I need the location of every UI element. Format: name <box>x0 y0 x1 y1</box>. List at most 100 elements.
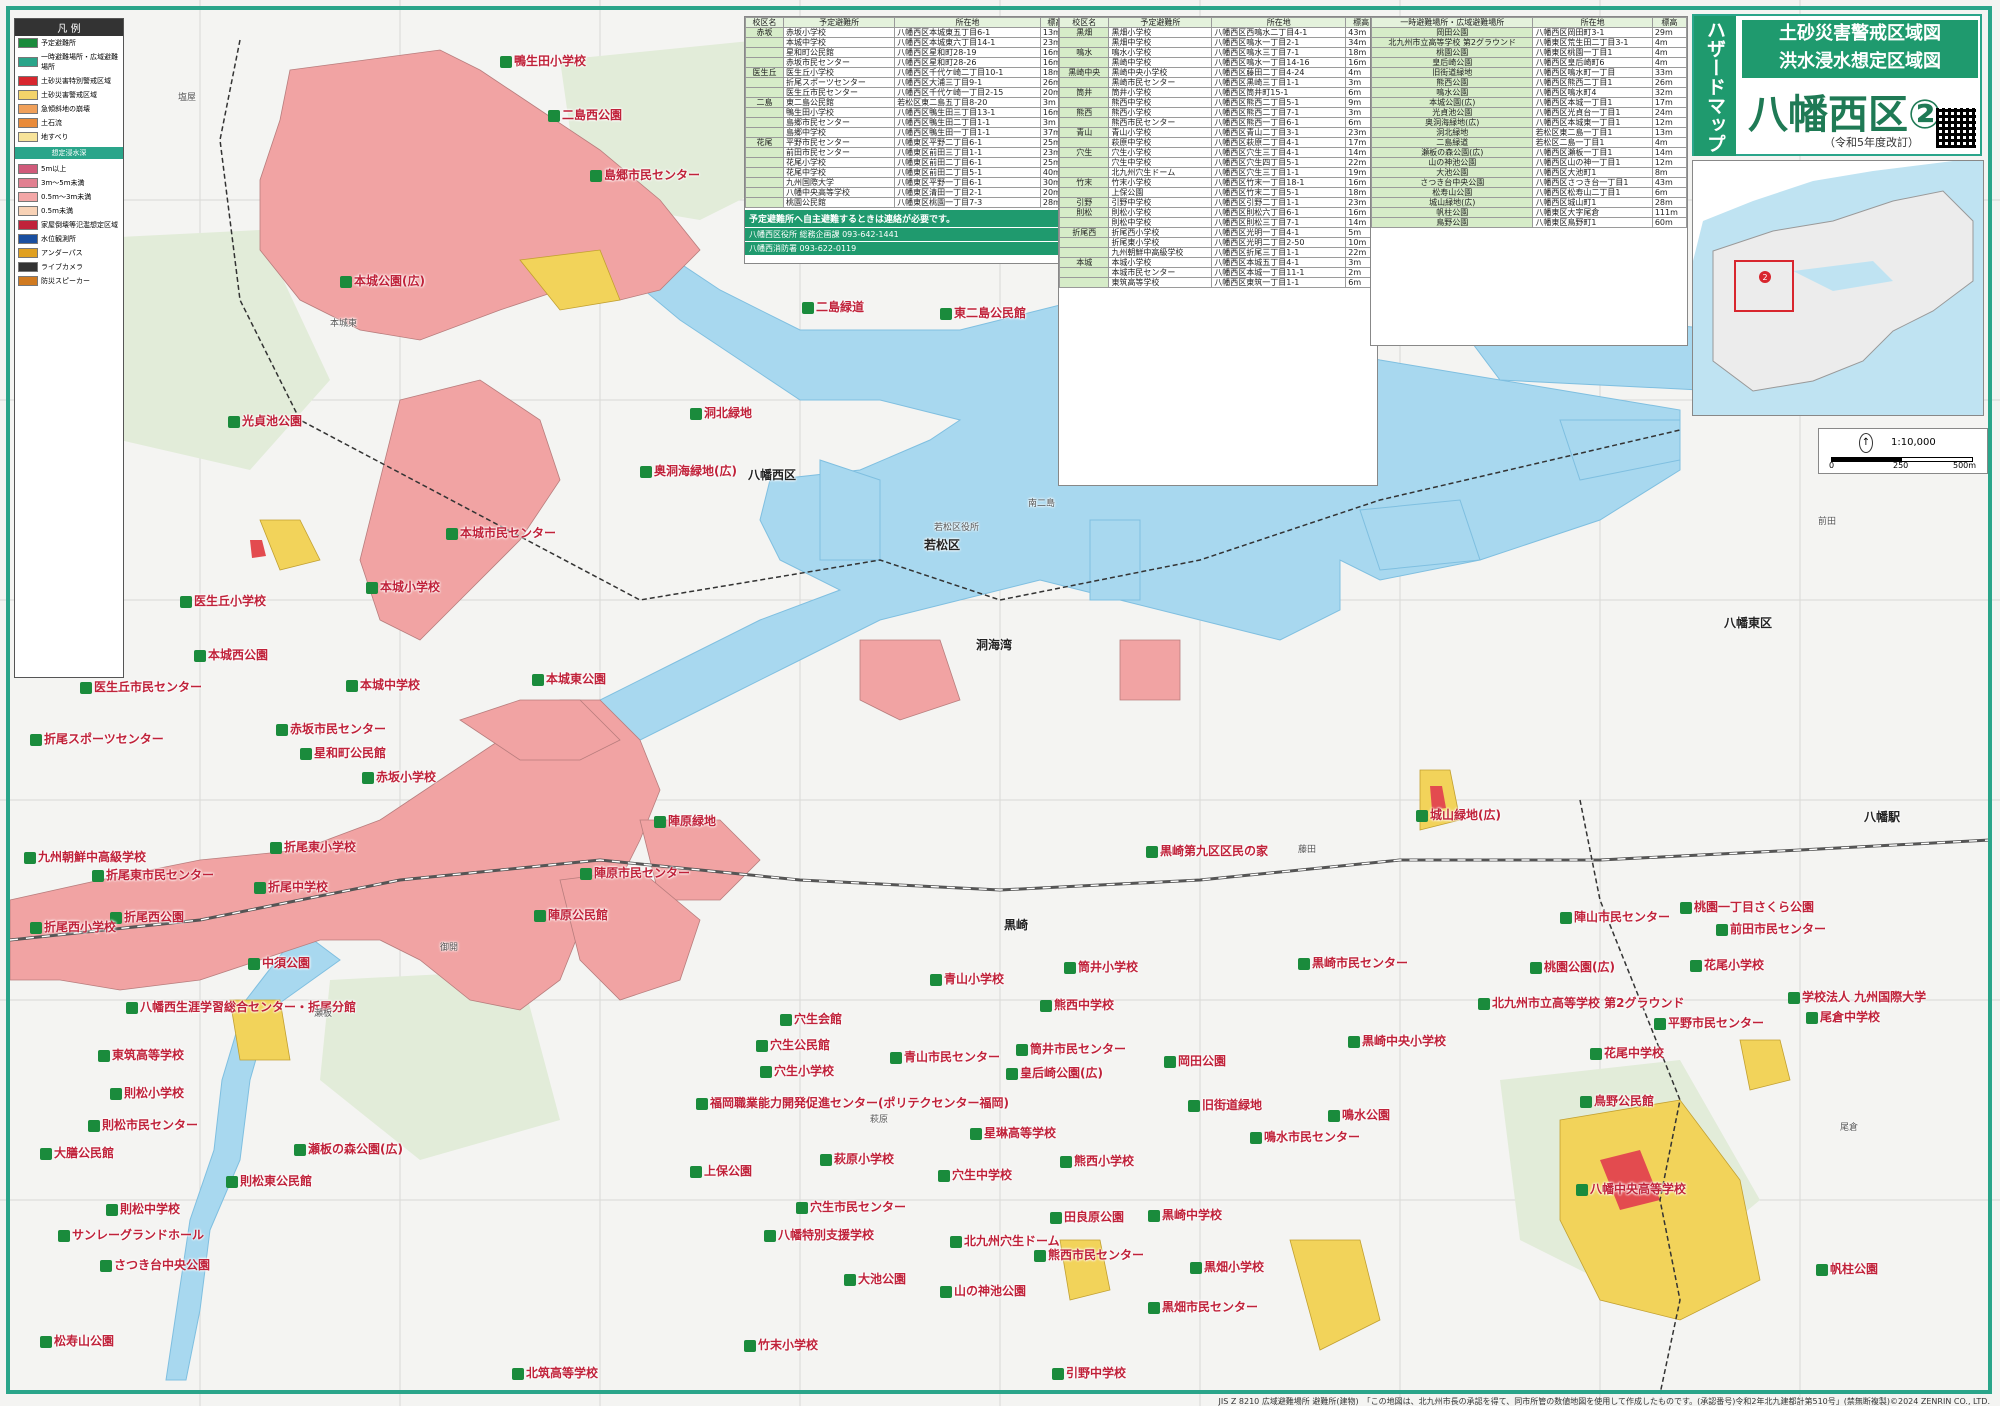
shelter-label[interactable]: 星琳高等学校 <box>970 1124 1056 1141</box>
shelter-label[interactable]: 熊西小学校 <box>1060 1152 1134 1169</box>
shelter-label[interactable]: 城山緑地(広) <box>1416 806 1501 823</box>
town-label[interactable]: 瀬板 <box>314 1006 332 1019</box>
town-label[interactable]: 塩屋 <box>178 90 196 103</box>
town-label[interactable]: 藤田 <box>1298 842 1316 855</box>
shelter-label[interactable]: 黒崎市民センター <box>1298 954 1408 971</box>
shelter-label[interactable]: 八幡特別支援学校 <box>764 1226 874 1243</box>
shelter-label[interactable]: 中須公園 <box>248 954 310 971</box>
inset-overview-map[interactable]: 2 <box>1692 160 1984 416</box>
shelter-label[interactable]: 瀬板の森公園(広) <box>294 1140 403 1157</box>
area-label[interactable]: 洞海湾 <box>976 636 1012 653</box>
shelter-label[interactable]: 旧街道緑地 <box>1188 1096 1262 1113</box>
shelter-label[interactable]: 筒井市民センター <box>1016 1040 1126 1057</box>
shelter-label[interactable]: 陣原公民館 <box>534 906 608 923</box>
shelter-label[interactable]: 本城東公園 <box>532 670 606 687</box>
shelter-label[interactable]: 大池公園 <box>844 1270 906 1287</box>
shelter-label[interactable]: サンレーグランドホール <box>58 1226 204 1243</box>
shelter-label[interactable]: 折尾西公園 <box>110 908 184 925</box>
town-label[interactable]: 若松区役所 <box>934 520 979 533</box>
town-label[interactable]: 萩原 <box>870 1112 888 1125</box>
shelter-label[interactable]: 鴨生田小学校 <box>500 52 586 69</box>
shelter-label[interactable]: 岡田公園 <box>1164 1052 1226 1069</box>
shelter-label[interactable]: 熊西中学校 <box>1040 996 1114 1013</box>
shelter-label[interactable]: 八幡中央高等学校 <box>1576 1180 1686 1197</box>
shelter-label[interactable]: 花尾中学校 <box>1590 1044 1664 1061</box>
shelter-label[interactable]: 帆柱公園 <box>1816 1260 1878 1277</box>
shelter-label[interactable]: 大膳公民館 <box>40 1144 114 1161</box>
town-label[interactable]: 御開 <box>440 940 458 953</box>
shelter-label[interactable]: 田良原公園 <box>1050 1208 1124 1225</box>
shelter-label[interactable]: 鳴水公園 <box>1328 1106 1390 1123</box>
area-label[interactable]: 八幡東区 <box>1724 614 1772 631</box>
shelter-label[interactable]: 洞北緑地 <box>690 404 752 421</box>
shelter-label[interactable]: 鳥野公民館 <box>1580 1092 1654 1109</box>
shelter-label[interactable]: 穴生市民センター <box>796 1198 906 1215</box>
shelter-label[interactable]: 北筑高等学校 <box>512 1364 598 1381</box>
shelter-label[interactable]: 本城市民センター <box>446 524 556 541</box>
shelter-label[interactable]: 光貞池公園 <box>228 412 302 429</box>
shelter-label[interactable]: さつき台中央公園 <box>100 1256 210 1273</box>
shelter-label[interactable]: 黒崎中学校 <box>1148 1206 1222 1223</box>
shelter-label[interactable]: 医生丘市民センター <box>80 678 202 695</box>
shelter-label[interactable]: 青山市民センター <box>890 1048 1000 1065</box>
shelter-label[interactable]: 則松東公民館 <box>226 1172 312 1189</box>
shelter-label[interactable]: 奥洞海緑地(広) <box>640 462 737 479</box>
shelter-label[interactable]: 福岡職業能力開発促進センター(ポリテクセンター福岡) <box>696 1094 1009 1111</box>
shelter-label[interactable]: 本城西公園 <box>194 646 268 663</box>
shelter-label[interactable]: 花尾小学校 <box>1690 956 1764 973</box>
shelter-label[interactable]: 桃園一丁目さくら公園 <box>1680 898 1814 915</box>
shelter-label[interactable]: 陣原市民センター <box>580 864 690 881</box>
area-label[interactable]: 八幡駅 <box>1864 808 1900 825</box>
shelter-label[interactable]: 引野中学校 <box>1052 1364 1126 1381</box>
shelter-label[interactable]: 本城公園(広) <box>340 272 425 289</box>
area-label[interactable]: 八幡西区 <box>748 466 796 483</box>
shelter-label[interactable]: 折尾中学校 <box>254 878 328 895</box>
shelter-label[interactable]: 折尾スポーツセンター <box>30 730 164 747</box>
shelter-label[interactable]: 北九州市立高等学校 第2グラウンド <box>1478 994 1685 1011</box>
shelter-label[interactable]: 穴生公民館 <box>756 1036 830 1053</box>
shelter-label[interactable]: 二島緑道 <box>802 298 864 315</box>
shelter-label[interactable]: 黒畑市民センター <box>1148 1298 1258 1315</box>
area-label[interactable]: 若松区 <box>924 536 960 553</box>
shelter-label[interactable]: 医生丘小学校 <box>180 592 266 609</box>
shelter-label[interactable]: 山の神池公園 <box>940 1282 1026 1299</box>
shelter-label[interactable]: 星和町公民館 <box>300 744 386 761</box>
shelter-label[interactable]: 松寿山公園 <box>40 1332 114 1349</box>
shelter-label[interactable]: 穴生小学校 <box>760 1062 834 1079</box>
shelter-label[interactable]: 鳴水市民センター <box>1250 1128 1360 1145</box>
shelter-label[interactable]: 学校法人 九州国際大学 <box>1788 988 1926 1005</box>
shelter-label[interactable]: 穴生中学校 <box>938 1166 1012 1183</box>
area-label[interactable]: 黒崎 <box>1004 916 1028 933</box>
shelter-label[interactable]: 二島西公園 <box>548 106 622 123</box>
town-label[interactable]: 南二島 <box>1028 496 1055 509</box>
shelter-label[interactable]: 折尾東小学校 <box>270 838 356 855</box>
shelter-label[interactable]: 東二島公民館 <box>940 304 1026 321</box>
shelter-label[interactable]: 萩原小学校 <box>820 1150 894 1167</box>
town-label[interactable]: 前田 <box>1818 514 1836 527</box>
shelter-label[interactable]: 黒畑小学校 <box>1190 1258 1264 1275</box>
shelter-label[interactable]: 平野市民センター <box>1654 1014 1764 1031</box>
shelter-label[interactable]: 本城小学校 <box>366 578 440 595</box>
shelter-label[interactable]: 赤坂小学校 <box>362 768 436 785</box>
qr-code-icon[interactable] <box>1936 108 1976 148</box>
shelter-label[interactable]: 竹末小学校 <box>744 1336 818 1353</box>
shelter-label[interactable]: 青山小学校 <box>930 970 1004 987</box>
shelter-label[interactable]: 尾倉中学校 <box>1806 1008 1880 1025</box>
shelter-label[interactable]: 則松小学校 <box>110 1084 184 1101</box>
shelter-label[interactable]: 則松中学校 <box>106 1200 180 1217</box>
shelter-label[interactable]: 陣山市民センター <box>1560 908 1670 925</box>
shelter-label[interactable]: 東筑高等学校 <box>98 1046 184 1063</box>
shelter-label[interactable]: 穴生会館 <box>780 1010 842 1027</box>
shelter-label[interactable]: 陣原緑地 <box>654 812 716 829</box>
shelter-label[interactable]: 黒崎第九区区民の家 <box>1146 842 1268 859</box>
shelter-label[interactable]: 熊西市民センター <box>1034 1246 1144 1263</box>
shelter-label[interactable]: 筒井小学校 <box>1064 958 1138 975</box>
shelter-label[interactable]: 上保公園 <box>690 1162 752 1179</box>
shelter-label[interactable]: 桃園公園(広) <box>1530 958 1615 975</box>
shelter-label[interactable]: 折尾東市民センター <box>92 866 214 883</box>
shelter-label[interactable]: 則松市民センター <box>88 1116 198 1133</box>
shelter-label[interactable]: 皇后崎公園(広) <box>1006 1064 1103 1081</box>
shelter-label[interactable]: 本城中学校 <box>346 676 420 693</box>
shelter-label[interactable]: 赤坂市民センター <box>276 720 386 737</box>
shelter-label[interactable]: 黒崎中央小学校 <box>1348 1032 1446 1049</box>
